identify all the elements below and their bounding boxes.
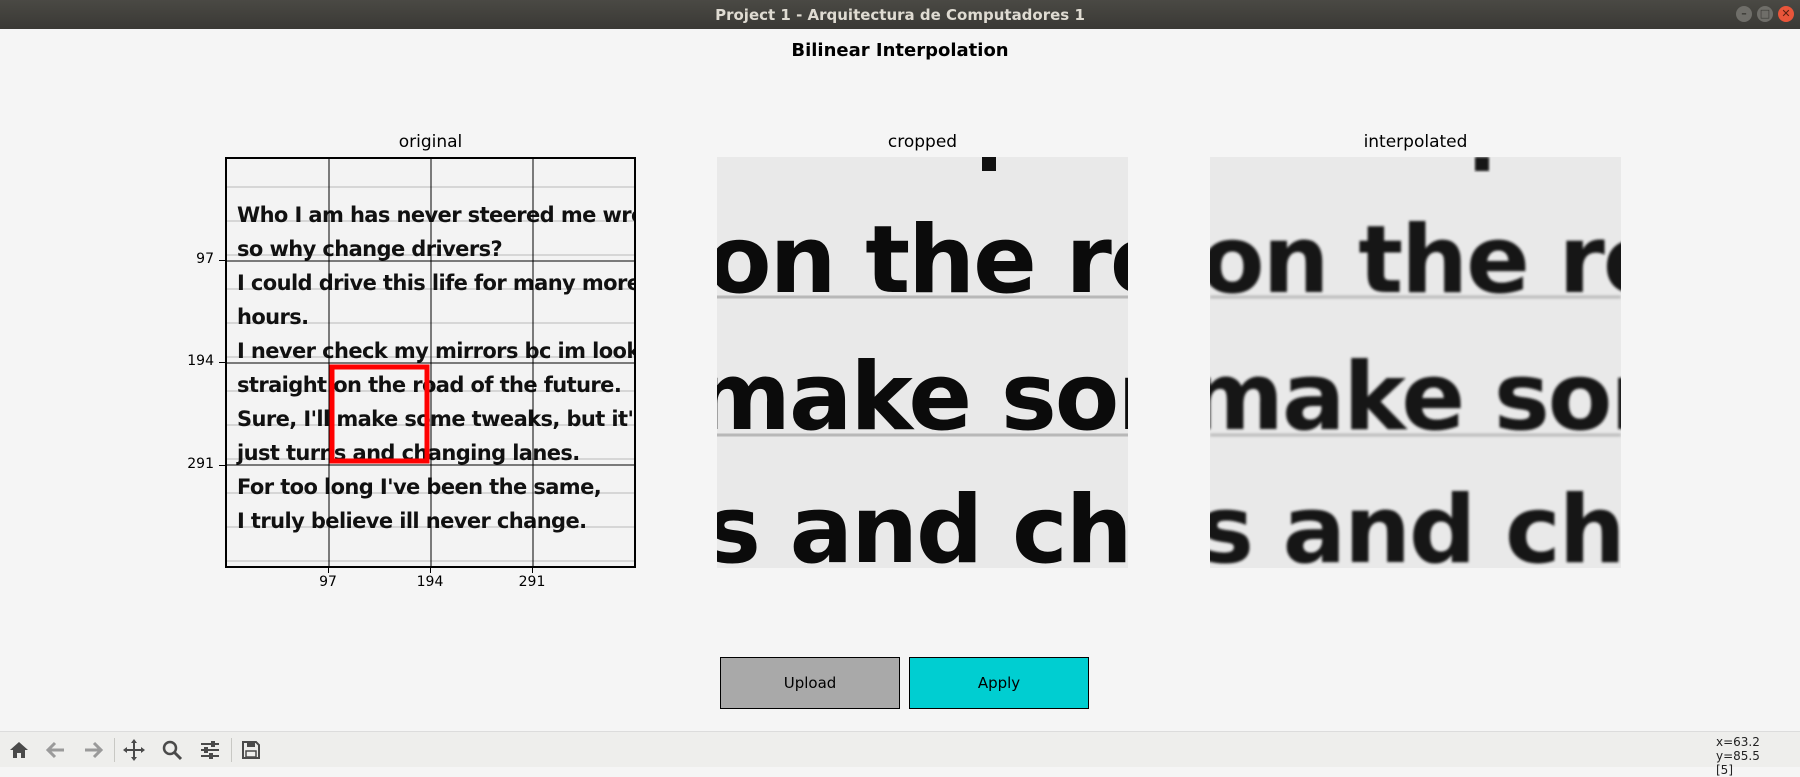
minimize-icon[interactable]: –	[1736, 6, 1752, 22]
cursor-coordinates: x=63.2 y=85.5 [5]	[1716, 735, 1796, 777]
zoom-text-line: make some	[1210, 343, 1621, 452]
home-icon[interactable]	[6, 737, 32, 763]
interpolated-image-canvas: on the roac make some s and chan	[1210, 157, 1621, 568]
pan-icon[interactable]	[121, 737, 147, 763]
text-line: hours.	[237, 305, 309, 329]
text-line: so why change drivers?	[237, 237, 502, 261]
toolbar-separator	[231, 738, 232, 762]
text-line: Sure, I'll make some tweaks, but it's ju…	[237, 407, 634, 431]
zoom-text-line: on the roac	[717, 206, 1128, 315]
x-tick-label: 97	[319, 574, 337, 590]
close-icon[interactable]: ✕	[1778, 6, 1794, 22]
figure-title: Bilinear Interpolation	[791, 40, 1009, 61]
apply-button[interactable]: Apply	[909, 657, 1089, 709]
save-icon[interactable]	[238, 737, 264, 763]
text-line: I never check my mirrors bc im looking	[237, 339, 634, 363]
window-titlebar: Project 1 - Arquitectura de Computadores…	[0, 0, 1800, 29]
window-title: Project 1 - Arquitectura de Computadores…	[715, 5, 1085, 24]
y-tick-label: 97	[196, 251, 214, 267]
y-tick-mark	[219, 362, 225, 363]
axis-title-interpolated: interpolated	[1363, 132, 1468, 152]
cursor-pixel-value: [5]	[1716, 763, 1733, 777]
axis-title-cropped: cropped	[887, 132, 958, 152]
x-tick-mark	[532, 568, 533, 573]
navigation-toolbar: x=63.2 y=85.5 [5]	[0, 731, 1800, 777]
y-tick-mark	[219, 260, 225, 261]
axis-title-original: original	[398, 132, 463, 152]
configure-subplots-icon[interactable]	[197, 737, 223, 763]
upload-button[interactable]: Upload	[720, 657, 900, 709]
text-line: For too long I've been the same,	[237, 475, 601, 499]
y-tick-label: 194	[187, 353, 214, 369]
text-line: I truly believe ill never change.	[237, 509, 587, 533]
zoom-text-line: s and chan	[717, 476, 1128, 568]
original-image-canvas: Who I am has never steered me wrong, so …	[227, 159, 634, 566]
forward-icon[interactable]	[80, 737, 106, 763]
text-line: I could drive this life for many more	[237, 271, 634, 295]
zoom-icon[interactable]	[159, 737, 185, 763]
y-tick-mark	[219, 465, 225, 466]
x-tick-label: 194	[416, 574, 444, 590]
cropped-image-canvas: on the roac make some s and chan	[717, 157, 1128, 568]
interpolated-image[interactable]: on the roac make some s and chan	[1210, 157, 1621, 568]
original-image[interactable]: Who I am has never steered me wrong, so …	[225, 157, 636, 568]
x-tick-mark	[430, 568, 431, 573]
x-tick-label: 291	[518, 574, 546, 590]
cropped-image[interactable]: on the roac make some s and chan	[717, 157, 1128, 568]
zoom-text-line: s and chan	[1210, 476, 1621, 568]
text-line: Who I am has never steered me wrong,	[237, 203, 634, 227]
y-tick-label: 291	[187, 456, 214, 472]
zoom-text-line: on the roac	[1210, 206, 1621, 315]
zoom-text-line: make some	[717, 343, 1128, 452]
toolbar-separator	[114, 738, 115, 762]
back-icon[interactable]	[43, 737, 69, 763]
maximize-icon[interactable]: □	[1757, 6, 1773, 22]
x-tick-mark	[328, 568, 329, 573]
cursor-coordinates-value: x=63.2 y=85.5	[1716, 735, 1760, 763]
